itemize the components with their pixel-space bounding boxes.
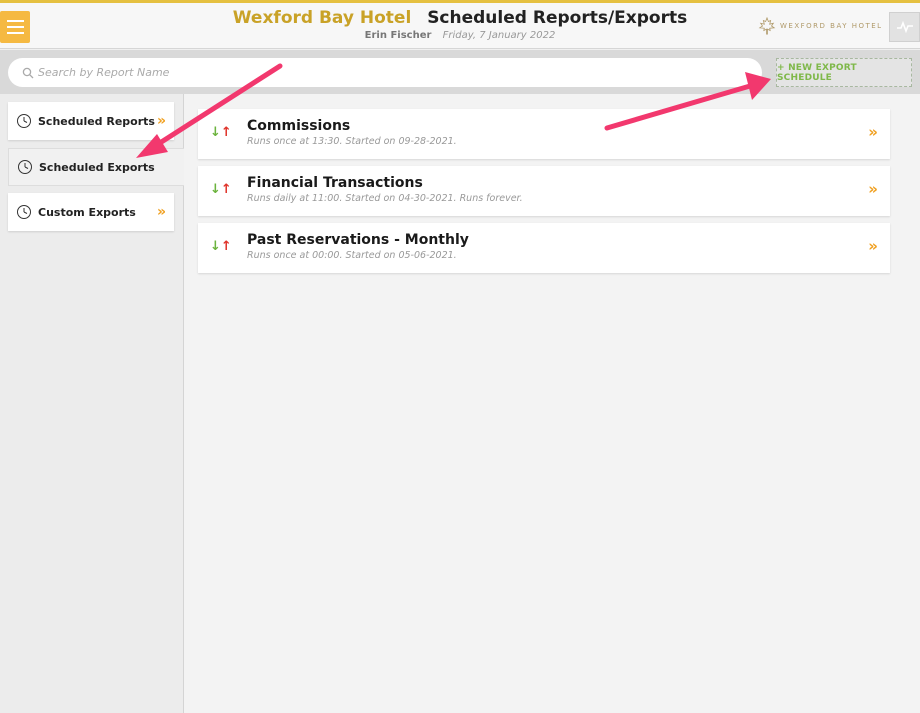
export-description: Runs daily at 11:00. Started on 04-30-20… xyxy=(247,193,523,204)
sidebar-item-label: Scheduled Exports xyxy=(39,160,155,174)
sidebar: Scheduled Reports » Scheduled Exports Cu… xyxy=(0,94,184,713)
sidebar-item-custom-exports[interactable]: Custom Exports » xyxy=(8,193,174,231)
search-input[interactable] xyxy=(38,66,718,79)
sidebar-item-scheduled-exports[interactable]: Scheduled Exports xyxy=(8,148,184,186)
brand-logo: WEXFORD BAY HOTEL xyxy=(758,17,883,35)
sidebar-item-scheduled-reports[interactable]: Scheduled Reports » xyxy=(8,102,174,140)
exports-list: ↓↑ Commissions Runs once at 13:30. Start… xyxy=(184,94,920,713)
user-name: Erin Fischer xyxy=(364,30,432,41)
activity-icon xyxy=(896,21,913,33)
clock-icon xyxy=(17,205,31,219)
app-header: Wexford Bay Hotel Scheduled Reports/Expo… xyxy=(0,3,920,49)
down-up-arrows-icon: ↓↑ xyxy=(210,125,232,140)
double-chevron-right-icon: » xyxy=(868,237,878,255)
current-date: Friday, 7 January 2022 xyxy=(442,30,556,41)
hotel-name: Wexford Bay Hotel xyxy=(232,8,412,28)
export-name: Financial Transactions xyxy=(247,175,423,191)
clock-icon xyxy=(18,160,32,174)
double-chevron-right-icon: » xyxy=(156,113,166,129)
list-item[interactable]: ↓↑ Commissions Runs once at 13:30. Start… xyxy=(198,109,890,159)
export-name: Commissions xyxy=(247,118,351,134)
new-export-schedule-button[interactable]: + NEW EXPORT SCHEDULE xyxy=(776,58,912,87)
double-chevron-right-icon: » xyxy=(868,123,878,141)
list-item[interactable]: ↓↑ Financial Transactions Runs daily at … xyxy=(198,166,890,216)
double-chevron-right-icon: » xyxy=(156,204,166,220)
activity-button[interactable] xyxy=(889,12,920,42)
export-description: Runs once at 13:30. Started on 09-28-202… xyxy=(247,136,457,147)
search-icon xyxy=(22,67,34,78)
search-bar: + NEW EXPORT SCHEDULE xyxy=(0,50,920,94)
sidebar-item-label: Scheduled Reports xyxy=(38,114,155,128)
maple-leaf-icon xyxy=(758,17,776,35)
down-up-arrows-icon: ↓↑ xyxy=(210,182,232,197)
search-box[interactable] xyxy=(8,58,762,87)
export-description: Runs once at 00:00. Started on 05-06-202… xyxy=(247,250,457,261)
export-name: Past Reservations - Monthly xyxy=(247,232,469,248)
sidebar-item-label: Custom Exports xyxy=(38,205,136,219)
clock-icon xyxy=(17,114,31,128)
page-title: Scheduled Reports/Exports xyxy=(427,8,688,28)
double-chevron-right-icon: » xyxy=(868,180,878,198)
down-up-arrows-icon: ↓↑ xyxy=(210,239,232,254)
list-item[interactable]: ↓↑ Past Reservations - Monthly Runs once… xyxy=(198,223,890,273)
brand-text: WEXFORD BAY HOTEL xyxy=(780,22,883,30)
